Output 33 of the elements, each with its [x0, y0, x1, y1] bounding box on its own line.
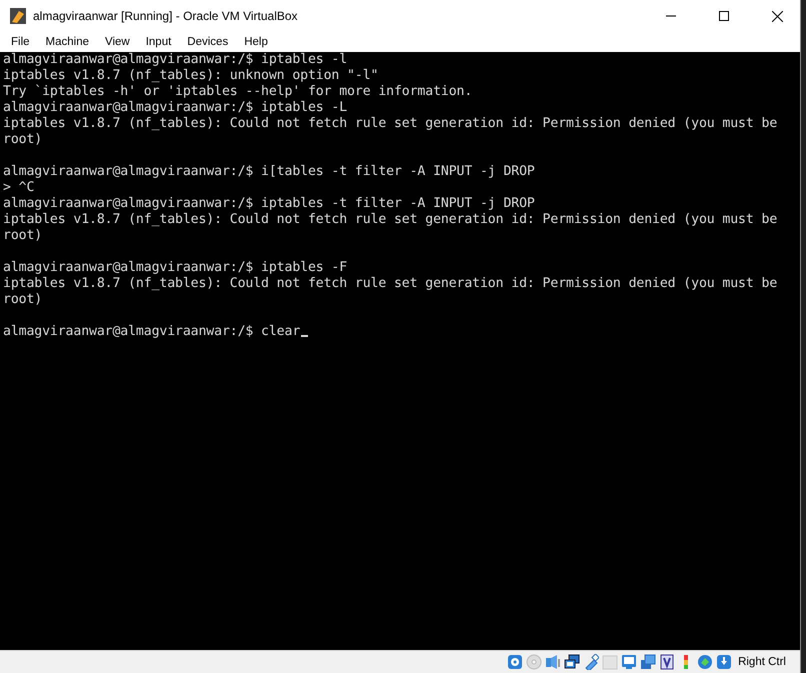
display-icon[interactable] [621, 654, 638, 670]
terminal-line: iptables v1.8.7 (nf_tables): Could not fetch rule set generation id: Permission denied (you must be [3, 116, 778, 131]
usb-icon[interactable] [583, 654, 600, 670]
mouse-integration-icon[interactable] [697, 654, 714, 670]
menu-item[interactable]: Help [236, 36, 276, 48]
video-capture-icon[interactable] [659, 654, 676, 670]
windows-icon[interactable] [640, 654, 656, 670]
terminal-line: almagviraanwar@almagviraanwar:/$ i[tables -t filter -A INPUT -j DROP [3, 164, 535, 179]
terminal-line: almagviraanwar@almagviraanwar:/$ iptables -F [3, 260, 348, 275]
terminal-line: almagviraanwar@almagviraanwar:/$ clear [3, 324, 300, 339]
window-title: almagviraanwar [Running] - Oracle VM VirtualBox [33, 9, 299, 23]
terminal-line: root) [3, 292, 42, 307]
menu-item[interactable]: File [3, 36, 38, 48]
network-icon[interactable] [564, 654, 580, 670]
close-icon [772, 10, 782, 22]
terminal-line: iptables v1.8.7 (nf_tables): unknown option "-l" [3, 68, 378, 83]
app-icon [10, 8, 26, 24]
terminal-line: > ^C [3, 180, 34, 195]
keyboard-capture-icon[interactable] [716, 654, 732, 670]
menu-item[interactable]: Devices [179, 36, 236, 48]
terminal-line: Try `iptables -h' or 'iptables --help' for more information. [3, 84, 472, 99]
terminal-line: root) [3, 228, 42, 243]
maximize-icon [719, 11, 729, 21]
terminal-line: iptables v1.8.7 (nf_tables): Could not fetch rule set generation id: Permission denied (you must be [3, 212, 778, 227]
menu-item[interactable]: Input [138, 36, 180, 48]
menu-item[interactable]: Machine [38, 36, 97, 48]
terminal-line: almagviraanwar@almagviraanwar:/$ iptables -L [3, 100, 348, 115]
host-key-label: Right Ctrl [738, 656, 786, 668]
terminal-line: almagviraanwar@almagviraanwar:/$ iptables -t filter -A INPUT -j DROP [3, 196, 535, 211]
terminal-line: root) [3, 132, 42, 147]
menu-item[interactable]: View [97, 36, 138, 48]
terminal-line: almagviraanwar@almagviraanwar:/$ iptables -l [3, 52, 348, 67]
terminal-line: iptables v1.8.7 (nf_tables): Could not fetch rule set generation id: Permission denied (you must be [3, 276, 778, 291]
